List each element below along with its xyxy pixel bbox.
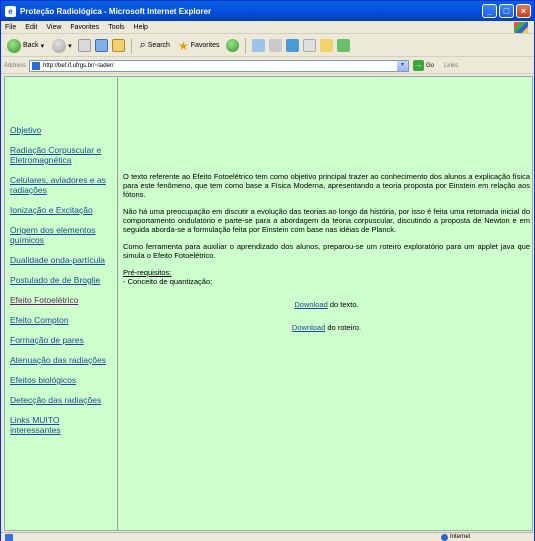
history-icon[interactable] [225, 39, 239, 52]
sidebar-item-formacao-pares[interactable]: Formação de pares [10, 335, 110, 345]
favorites-button[interactable]: ★ Favorites [176, 37, 222, 55]
home-icon[interactable] [111, 39, 125, 52]
download-roteiro-line: Download do roteiro. [123, 323, 530, 332]
forward-button[interactable]: ▾ [50, 37, 74, 55]
sidebar-item-deteccao[interactable]: Detecção das radiações [10, 395, 110, 405]
sidebar-item-efeito-fotoeletrico[interactable]: Efeito Fotoelétrico [10, 295, 110, 305]
intro-paragraph: O texto referente ao Efeito Fotoelétrico… [123, 172, 530, 199]
menu-help[interactable]: Help [134, 24, 148, 31]
sidebar-item-efeito-compton[interactable]: Efeito Compton [10, 315, 110, 325]
download-roteiro-suffix: do roteiro. [325, 323, 362, 332]
menu-bar: File Edit View Favorites Tools Help [1, 21, 534, 34]
messenger-icon[interactable] [336, 39, 350, 52]
toolbar-separator [130, 37, 132, 54]
search-label: Search [147, 42, 170, 49]
back-button[interactable]: Back ▾ [5, 37, 46, 55]
browser-window: e Proteção Radiológica - Microsoft Inter… [0, 0, 535, 541]
stop-icon[interactable] [77, 39, 91, 52]
menu-edit[interactable]: Edit [25, 24, 37, 31]
download-text-line: Download do texto. [123, 300, 530, 309]
address-url: http://bef.if.ufrgs.br/~tader/ [43, 62, 114, 69]
go-arrow-icon: → [413, 60, 425, 71]
windows-logo-icon [514, 22, 528, 33]
chevron-down-icon: ▾ [68, 42, 72, 50]
standard-toolbar: Back ▾ ▾ ⌕ Search ★ Favorites [1, 35, 534, 57]
sidebar-item-ionizacao[interactable]: Ionização e Excitação [10, 205, 110, 215]
sidebar-item-objetivo[interactable]: Objetivo [10, 125, 110, 135]
toolbar-separator [244, 37, 246, 54]
title-bar[interactable]: e Proteção Radiológica - Microsoft Inter… [1, 1, 534, 21]
main-text: O texto referente ao Efeito Fotoelétrico… [123, 77, 530, 332]
menu-favorites[interactable]: Favorites [70, 24, 99, 31]
folder-icon[interactable] [319, 39, 333, 52]
go-label: Go [426, 62, 435, 69]
menu-file[interactable]: File [5, 24, 16, 31]
menu-tools[interactable]: Tools [108, 24, 124, 31]
prerequisite-item: - Conceito de quantização; [123, 277, 213, 286]
address-label: Address [4, 62, 27, 69]
sidebar-item-atenuacao[interactable]: Atenuação das radiações [10, 355, 110, 365]
tool-paragraph: Como ferramenta para auxiliar o aprendiz… [123, 242, 530, 260]
search-button[interactable]: ⌕ Search [138, 37, 172, 55]
chevron-down-icon[interactable]: ▾ [397, 60, 409, 71]
address-input[interactable]: http://bef.if.ufrgs.br/~tader/ ▾ [29, 59, 410, 72]
download-text-link[interactable]: Download [294, 300, 327, 309]
back-arrow-icon [7, 38, 21, 53]
close-button[interactable]: × [516, 4, 531, 18]
mail-icon[interactable] [251, 39, 265, 52]
status-bar: Internet [1, 532, 534, 541]
ie-app-icon: e [5, 5, 16, 17]
refresh-icon[interactable] [94, 39, 108, 52]
forward-arrow-icon [52, 38, 67, 53]
sidebar-item-dualidade[interactable]: Dualidade onda-partícula [10, 255, 110, 265]
sidebar-item-radiacao-corpuscular[interactable]: Radiação Corpuscular e Eletromagnética [10, 145, 110, 165]
page-icon [32, 61, 41, 70]
links-button[interactable]: Links [444, 63, 458, 69]
sidebar-item-origem-elementos[interactable]: Origem dos elementos químicos [10, 225, 110, 245]
minimize-button[interactable]: _ [482, 4, 497, 18]
back-label: Back [23, 42, 39, 49]
zone-label: Internet [450, 534, 471, 540]
star-icon: ★ [177, 38, 189, 53]
download-text-suffix: do texto. [327, 300, 359, 309]
sidebar-item-celulares[interactable]: Celulares, aviadores e as radiações [10, 175, 110, 195]
chevron-down-icon: ▾ [40, 42, 45, 50]
sidebar-nav: Objetivo Radiação Corpuscular e Eletroma… [5, 77, 118, 530]
window-title: Proteção Radiológica - Microsoft Interne… [20, 6, 212, 16]
sidebar-item-efeitos-biologicos[interactable]: Efeitos biológicos [10, 375, 110, 385]
page-content: Objetivo Radiação Corpuscular e Eletroma… [4, 76, 533, 531]
globe-icon [441, 533, 448, 541]
history-paragraph: Não há uma preocupação em discutir a evo… [123, 207, 530, 234]
edit-icon[interactable] [285, 39, 299, 52]
sidebar-item-de-broglie[interactable]: Postulado de de Broglie [10, 275, 110, 285]
search-icon: ⌕ [139, 39, 146, 51]
discuss-icon[interactable] [302, 39, 316, 52]
print-icon[interactable] [268, 39, 282, 52]
menu-view[interactable]: View [46, 24, 61, 31]
favorites-label: Favorites [190, 42, 220, 49]
security-zone: Internet [441, 533, 471, 541]
maximize-button[interactable]: □ [499, 4, 514, 18]
page-status-icon [5, 533, 13, 541]
prerequisites-heading: Pré-requisitos: [123, 268, 172, 277]
address-bar: Address http://bef.if.ufrgs.br/~tader/ ▾… [1, 58, 534, 74]
download-roteiro-link[interactable]: Download [292, 323, 325, 332]
sidebar-item-links[interactable]: Links MUITO interessantes [10, 415, 110, 435]
go-button[interactable]: → Go [413, 60, 434, 71]
